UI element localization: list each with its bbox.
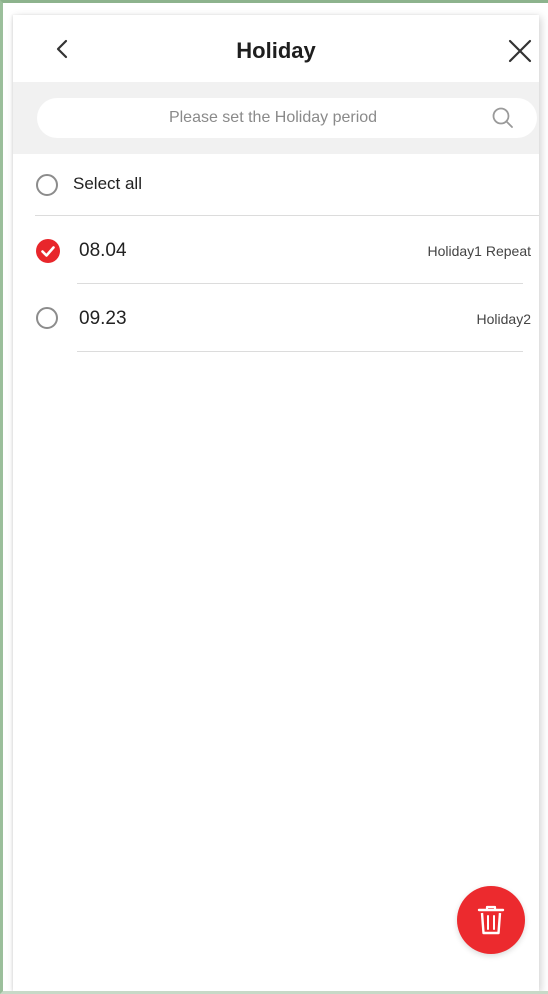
search-icon[interactable] <box>491 106 515 130</box>
holiday-date: 08.04 <box>79 240 127 261</box>
close-button[interactable] <box>507 38 533 64</box>
app-screen: Holiday Please set the Holiday period Se… <box>13 15 539 991</box>
select-all-row[interactable]: Select all <box>13 154 539 215</box>
item-checkbox-checked[interactable] <box>36 239 60 263</box>
close-icon <box>508 39 532 63</box>
item-checkbox[interactable] <box>36 307 58 329</box>
window-frame: Holiday Please set the Holiday period Se… <box>0 0 548 994</box>
select-all-checkbox[interactable] <box>36 174 58 196</box>
list-item[interactable]: 09.23 Holiday2 <box>13 284 539 352</box>
search-placeholder: Please set the Holiday period <box>168 109 378 126</box>
search-input[interactable]: Please set the Holiday period <box>37 98 537 138</box>
page-title: Holiday <box>236 38 316 63</box>
delete-button[interactable] <box>457 886 525 954</box>
divider <box>77 351 523 352</box>
header-bar: Holiday <box>13 15 539 82</box>
trash-icon <box>477 905 505 935</box>
search-bar-area: Please set the Holiday period <box>13 82 539 154</box>
holiday-description: Holiday2 <box>476 311 531 327</box>
holiday-date: 09.23 <box>79 308 127 329</box>
select-all-label: Select all <box>73 174 142 193</box>
check-icon <box>41 246 55 257</box>
list-item[interactable]: 08.04 Holiday1 Repeat <box>13 216 539 284</box>
holiday-description: Holiday1 Repeat <box>427 243 531 259</box>
